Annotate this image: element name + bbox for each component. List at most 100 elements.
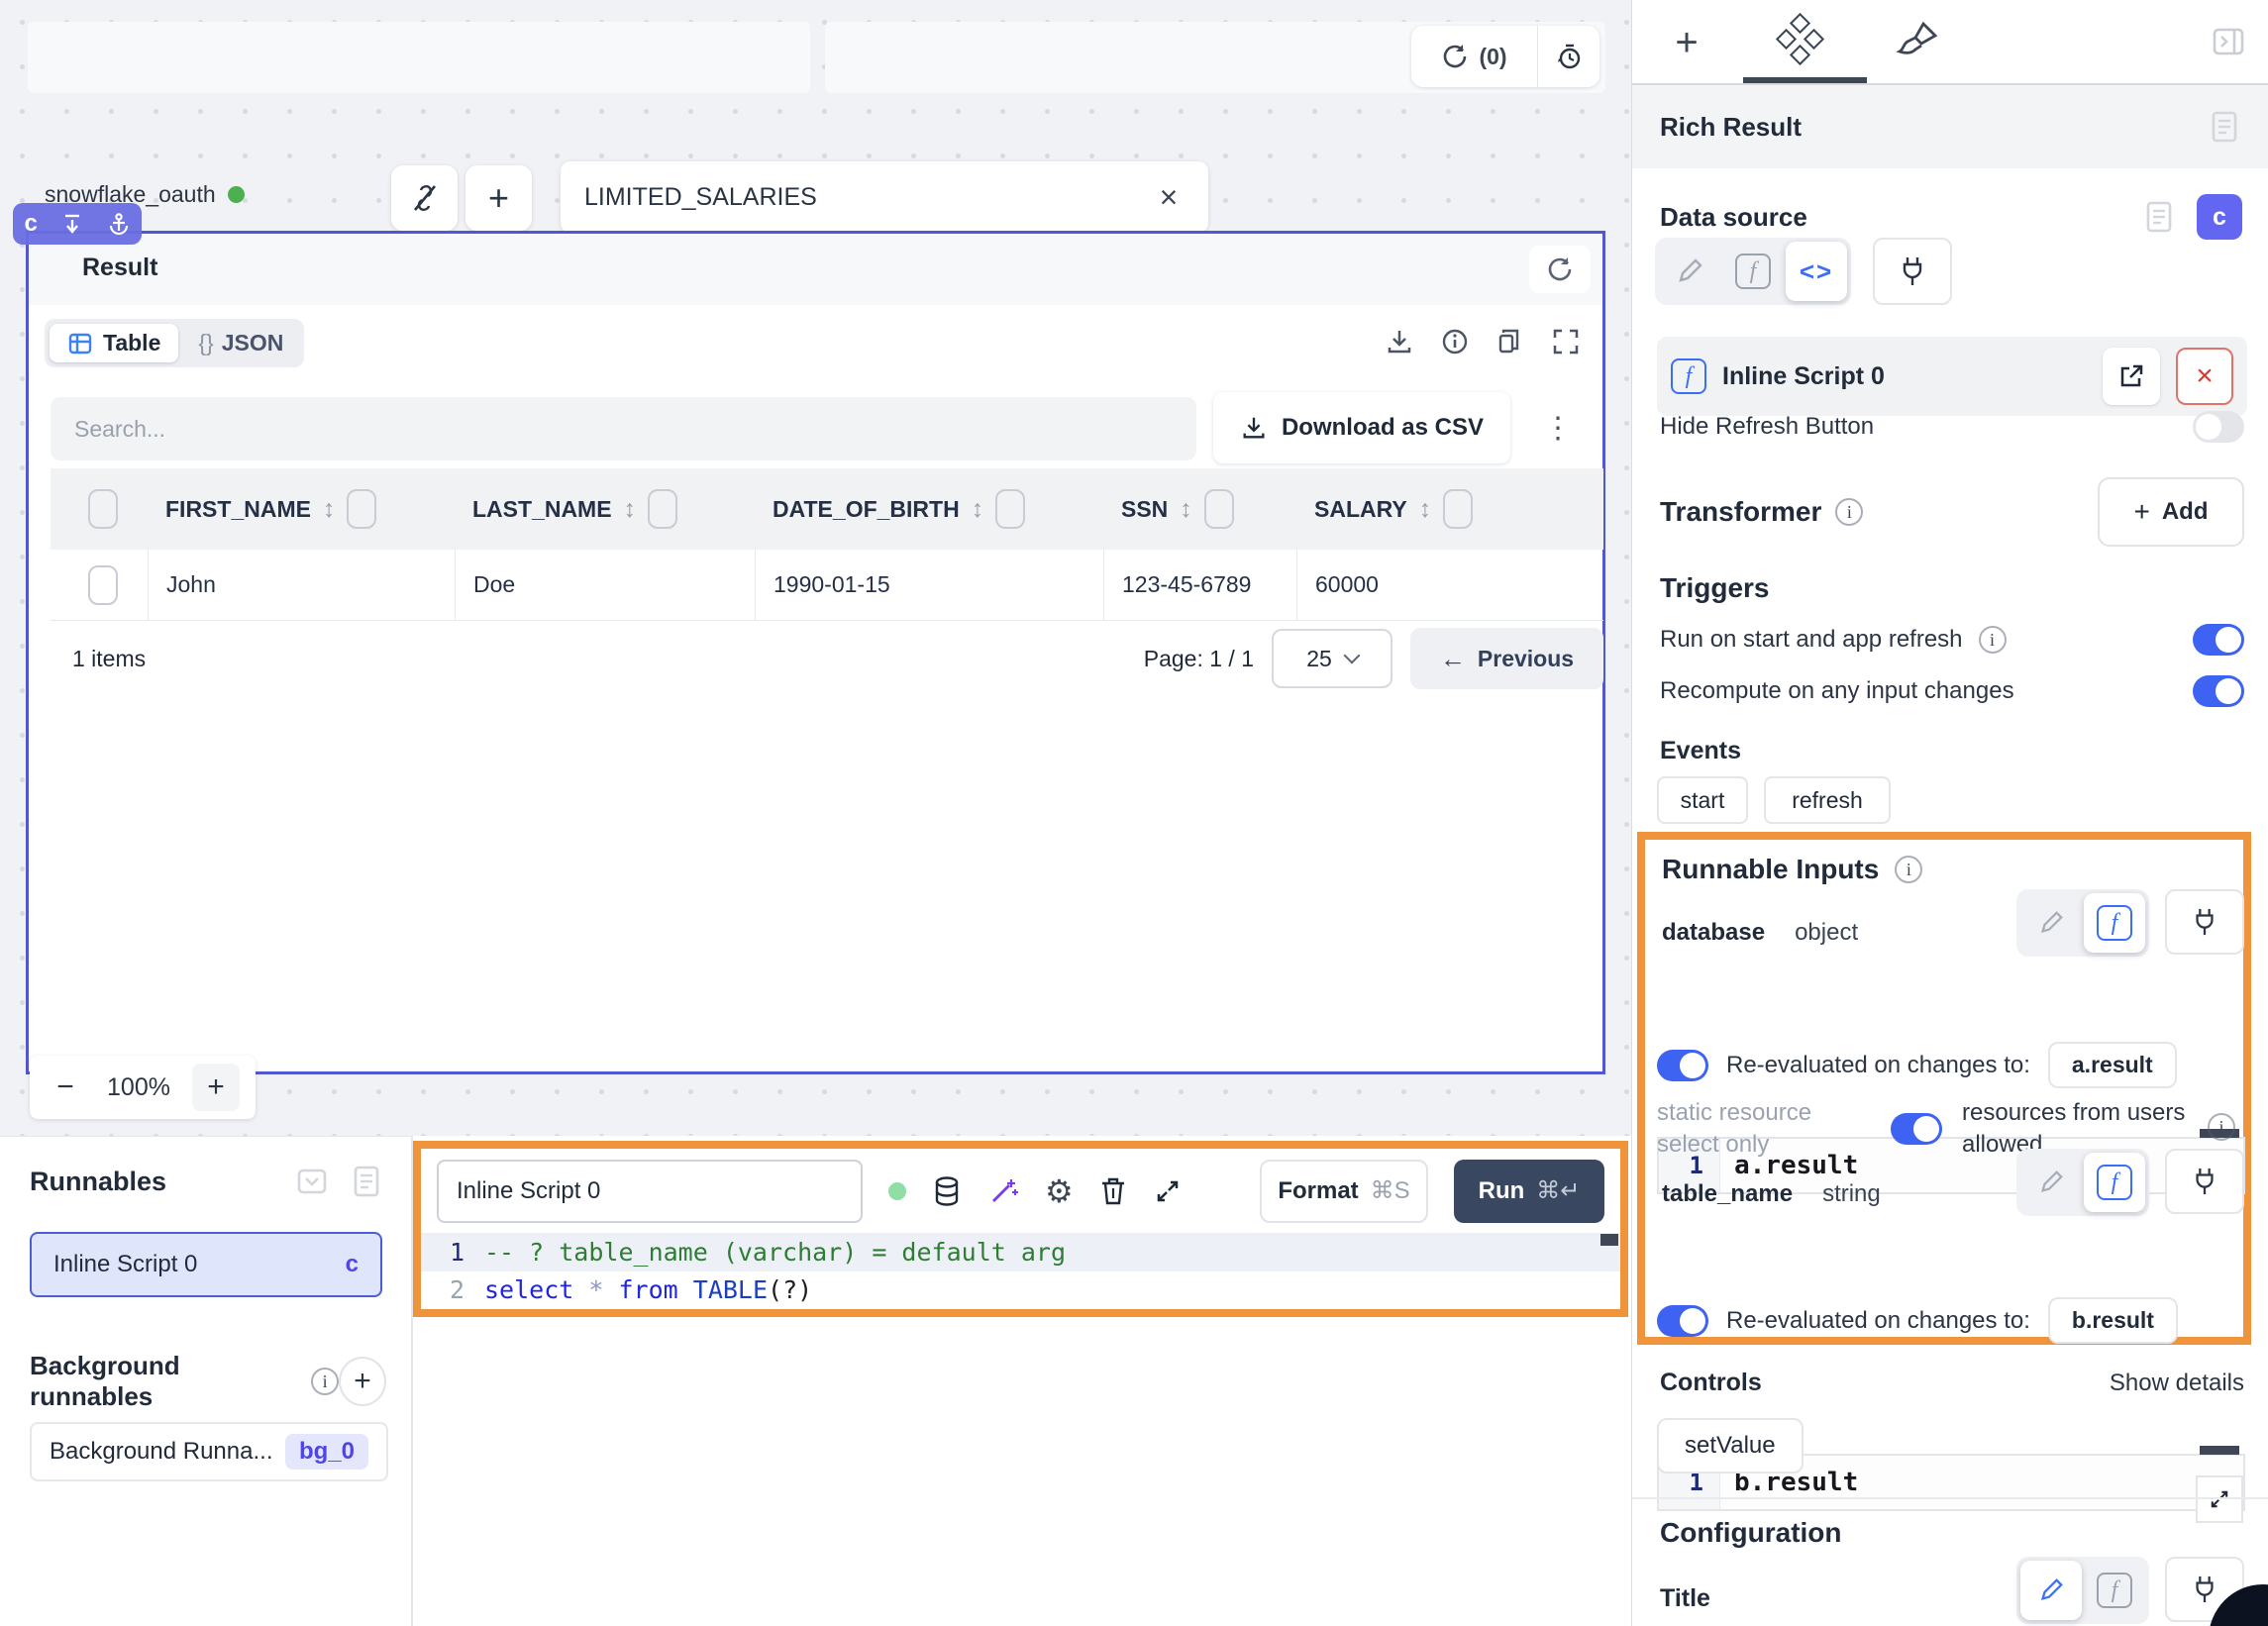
canvas-placeholder-panel[interactable]: [28, 22, 810, 93]
column-header[interactable]: DATE_OF_BIRTH↕: [755, 468, 1103, 550]
database-icon[interactable]: [932, 1175, 962, 1207]
column-checkbox[interactable]: [1443, 489, 1473, 529]
fx-mode-button[interactable]: f: [1722, 242, 1784, 301]
copy-results-icon[interactable]: [1495, 327, 1525, 356]
format-button[interactable]: Format ⌘S: [1260, 1160, 1428, 1223]
event-chip-start[interactable]: start: [1657, 776, 1748, 824]
fx-mode-button[interactable]: f: [2084, 893, 2145, 953]
page-size-select[interactable]: 25: [1272, 629, 1392, 688]
fx-mode-button[interactable]: f: [2084, 1153, 2145, 1212]
reeval-toggle[interactable]: [1657, 1050, 1708, 1081]
info-icon[interactable]: i: [311, 1368, 339, 1395]
show-details-link[interactable]: Show details: [2110, 1370, 2244, 1397]
event-chip-refresh[interactable]: refresh: [1764, 776, 1891, 824]
table-cell[interactable]: 60000: [1296, 550, 1603, 621]
collapse-panel-icon[interactable]: [2211, 24, 2246, 59]
app-canvas[interactable]: (0) snowflake_oauth + × c: [0, 0, 1631, 1136]
code-line-2[interactable]: 2select * from TABLE(?): [421, 1271, 1620, 1309]
script-name-input[interactable]: [437, 1160, 863, 1223]
row-checkbox[interactable]: [88, 565, 118, 605]
download-csv-button[interactable]: Download as CSV: [1213, 392, 1510, 463]
run-on-start-toggle[interactable]: [2193, 624, 2244, 656]
zoom-in-button[interactable]: +: [192, 1064, 240, 1111]
recompute-toggle[interactable]: [2193, 675, 2244, 707]
collapse-list-icon[interactable]: [295, 1165, 329, 1198]
info-icon[interactable]: i: [1979, 626, 2007, 654]
select-all-checkbox[interactable]: [88, 489, 118, 529]
reeval-target-chip[interactable]: a.result: [2048, 1042, 2177, 1088]
column-checkbox[interactable]: [648, 489, 677, 529]
table-cell[interactable]: Doe: [455, 550, 755, 621]
tab-json[interactable]: {} JSON: [182, 324, 299, 362]
code-mode-button[interactable]: <>: [1786, 242, 1847, 301]
previous-page-button[interactable]: ← Previous: [1410, 628, 1603, 689]
run-history-button[interactable]: [1538, 26, 1599, 87]
reeval-toggle[interactable]: [1657, 1305, 1708, 1337]
info-icon[interactable]: i: [1895, 856, 1922, 883]
table-cell[interactable]: John: [148, 550, 455, 621]
static-mode-button[interactable]: [2020, 893, 2082, 953]
resources-from-users-toggle[interactable]: [1891, 1113, 1942, 1145]
column-header[interactable]: SSN↕: [1103, 468, 1296, 550]
scrollbar-thumb[interactable]: [1600, 1234, 1618, 1246]
bound-script-chip[interactable]: f Inline Script 0 ×: [1657, 337, 2247, 416]
static-mode-button[interactable]: [2020, 1153, 2082, 1212]
add-tab-button[interactable]: +: [1662, 18, 1711, 67]
column-header[interactable]: FIRST_NAME↕: [148, 468, 455, 550]
sort-icon[interactable]: ↕: [1419, 495, 1432, 524]
open-script-button[interactable]: [2103, 348, 2160, 405]
docs-icon[interactable]: [2143, 199, 2175, 235]
info-icon[interactable]: i: [1835, 498, 1863, 526]
remove-data-source-button[interactable]: ×: [2176, 348, 2233, 405]
add-transformer-button[interactable]: + Add: [2098, 477, 2244, 547]
clear-selection-icon[interactable]: ×: [1149, 177, 1188, 217]
connect-mode-button[interactable]: [1873, 238, 1952, 305]
expand-editor-icon[interactable]: [1153, 1176, 1183, 1206]
column-header[interactable]: SALARY↕: [1296, 468, 1603, 550]
sort-icon[interactable]: ↕: [624, 495, 637, 524]
styling-tab[interactable]: [1894, 18, 1941, 65]
column-checkbox[interactable]: [347, 489, 376, 529]
docs-icon[interactable]: [351, 1165, 382, 1198]
tab-table[interactable]: Table: [50, 324, 178, 362]
add-background-runnable-button[interactable]: +: [339, 1357, 386, 1406]
table-menu-button[interactable]: ⋮: [1536, 402, 1580, 454]
add-component-button[interactable]: +: [465, 165, 532, 231]
gear-icon[interactable]: ⚙: [1045, 1172, 1074, 1210]
unlink-button[interactable]: [391, 165, 458, 231]
docs-icon[interactable]: [2209, 109, 2240, 145]
info-icon[interactable]: i: [2208, 1113, 2235, 1141]
static-mode-button[interactable]: [1659, 242, 1720, 301]
ai-wand-icon[interactable]: [987, 1175, 1019, 1207]
expand-expr-button[interactable]: [2196, 1475, 2243, 1523]
runnable-item-inline-script[interactable]: Inline Script 0 c: [30, 1232, 382, 1297]
background-runnable-item[interactable]: Background Runna... bg_0: [30, 1422, 388, 1481]
refresh-all-button[interactable]: (0): [1411, 26, 1537, 87]
fullscreen-icon[interactable]: [1551, 327, 1581, 356]
column-checkbox[interactable]: [1204, 489, 1234, 529]
table-search-input[interactable]: [51, 397, 1196, 460]
expand-down-icon[interactable]: [60, 212, 84, 236]
reeval-target-chip[interactable]: b.result: [2048, 1297, 2178, 1344]
code-line-1[interactable]: 1-- ? table_name (varchar) = default arg: [421, 1234, 1620, 1271]
component-refresh-button[interactable]: [1529, 246, 1591, 293]
connect-mode-button[interactable]: [2165, 889, 2244, 955]
download-icon[interactable]: [1385, 327, 1414, 356]
trash-icon[interactable]: [1099, 1175, 1127, 1207]
component-id-chip[interactable]: c: [13, 203, 142, 245]
run-button[interactable]: Run ⌘↵: [1454, 1160, 1604, 1223]
column-header[interactable]: LAST_NAME↕: [455, 468, 755, 550]
column-checkbox[interactable]: [995, 489, 1025, 529]
bound-component-badge[interactable]: c: [2197, 194, 2242, 240]
info-icon[interactable]: [1440, 327, 1470, 356]
table-cell[interactable]: 1990-01-15: [755, 550, 1103, 621]
table-select-field[interactable]: ×: [561, 161, 1208, 233]
table-select-input[interactable]: [584, 161, 1099, 233]
scrollbar-thumb[interactable]: [2200, 1446, 2239, 1455]
static-mode-button[interactable]: [2020, 1561, 2082, 1620]
table-cell[interactable]: 123-45-6789: [1103, 550, 1296, 621]
zoom-out-button[interactable]: −: [46, 1070, 85, 1104]
sort-icon[interactable]: ↕: [323, 495, 336, 524]
sort-icon[interactable]: ↕: [972, 495, 984, 524]
fx-mode-button[interactable]: f: [2084, 1561, 2145, 1620]
